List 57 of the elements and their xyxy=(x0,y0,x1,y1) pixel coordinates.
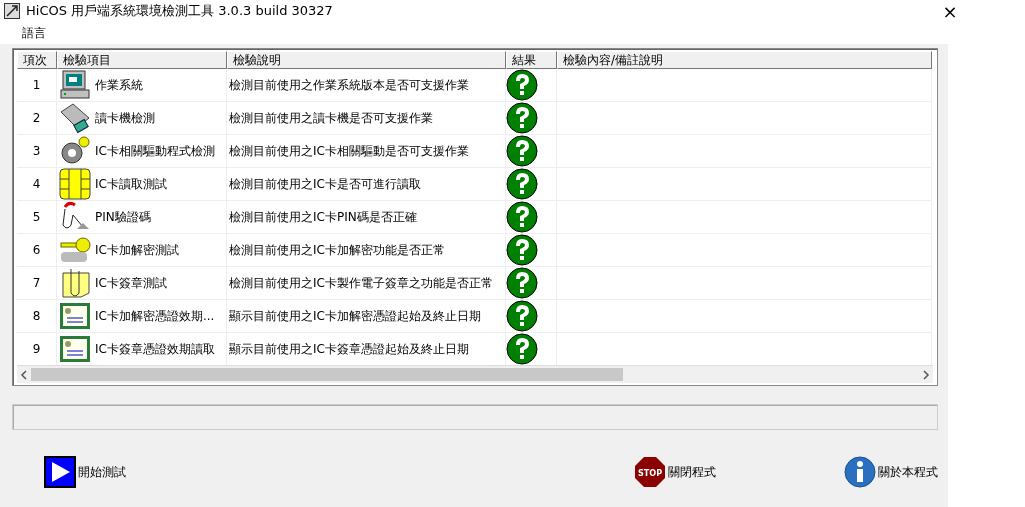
help-icon xyxy=(506,333,538,365)
app-icon xyxy=(4,3,20,19)
table-cell: 1 xyxy=(17,69,57,102)
table-cell: 顯示目前使用之IC卡加解密憑證起始及終止日期 xyxy=(227,300,506,333)
table-cell: IC卡加解密測試 xyxy=(95,241,179,259)
help-icon xyxy=(506,201,538,233)
horizontal-scrollbar[interactable] xyxy=(17,365,933,383)
play-icon xyxy=(44,456,76,488)
table-cell: 讀卡機檢測 xyxy=(95,109,155,127)
table-cell: 檢測目前使用之IC卡是否可進行讀取 xyxy=(227,168,506,201)
help-icon xyxy=(506,69,538,101)
table-cell: IC卡加解密憑證效期... xyxy=(95,307,215,325)
item-icon xyxy=(59,300,91,332)
table-cell: PIN驗證碼 xyxy=(95,208,151,226)
table-cell: 8 xyxy=(17,300,57,333)
table-cell: 檢測目前使用之IC卡製作電子簽章之功能是否正常 xyxy=(227,267,506,300)
column-header[interactable]: 檢驗說明 xyxy=(227,51,506,69)
table-cell: 檢測目前使用之讀卡機是否可支援作業 xyxy=(227,102,506,135)
help-icon xyxy=(506,234,538,266)
close-button[interactable]: × xyxy=(927,0,973,22)
table-cell: IC卡簽章憑證效期讀取 xyxy=(95,340,215,358)
item-icon xyxy=(59,168,91,200)
item-icon xyxy=(59,333,91,365)
help-icon xyxy=(506,168,538,200)
item-icon xyxy=(59,102,91,134)
menu-item[interactable]: 語言 xyxy=(22,24,46,42)
table-cell: 6 xyxy=(17,234,57,267)
column-header[interactable]: 結果 xyxy=(506,51,557,69)
help-icon xyxy=(506,300,538,332)
table-cell: 7 xyxy=(17,267,57,300)
table-cell: 作業系統 xyxy=(95,76,143,94)
table-cell: 3 xyxy=(17,135,57,168)
table-cell: 4 xyxy=(17,168,57,201)
item-icon xyxy=(59,267,91,299)
table-cell: 檢測目前使用之IC卡相關驅動是否可支援作業 xyxy=(227,135,506,168)
stop-sign-icon: STOP xyxy=(634,456,666,488)
column-header[interactable]: 檢驗項目 xyxy=(57,51,227,69)
table-cell: IC卡相關驅動程式檢測 xyxy=(95,142,215,160)
about-button[interactable]: 關於本程式 xyxy=(844,456,938,488)
help-icon xyxy=(506,135,538,167)
window-title: HiCOS 用戶端系統環境檢測工具 3.0.3 build 30327 xyxy=(26,2,334,20)
help-icon xyxy=(506,267,538,299)
help-icon xyxy=(506,102,538,134)
table-cell: 檢測目前使用之IC卡PIN碼是否正確 xyxy=(227,201,506,234)
column-header[interactable]: 檢驗內容/備註說明 xyxy=(557,51,932,69)
table-cell: IC卡簽章測試 xyxy=(95,274,167,292)
column-header[interactable]: 項次 xyxy=(17,51,57,69)
table-cell: 2 xyxy=(17,102,57,135)
info-icon xyxy=(844,456,876,488)
table-cell: IC卡讀取測試 xyxy=(95,175,167,193)
start-button[interactable]: 開始測試 xyxy=(44,456,126,488)
table-cell: 5 xyxy=(17,201,57,234)
item-icon xyxy=(59,69,91,101)
stop-button[interactable]: STOP 關閉程式 xyxy=(634,456,716,488)
table-cell: 檢測目前使用之作業系統版本是否可支援作業 xyxy=(227,69,506,102)
item-icon xyxy=(59,135,91,167)
table-cell: 檢測目前使用之IC卡加解密功能是否正常 xyxy=(227,234,506,267)
